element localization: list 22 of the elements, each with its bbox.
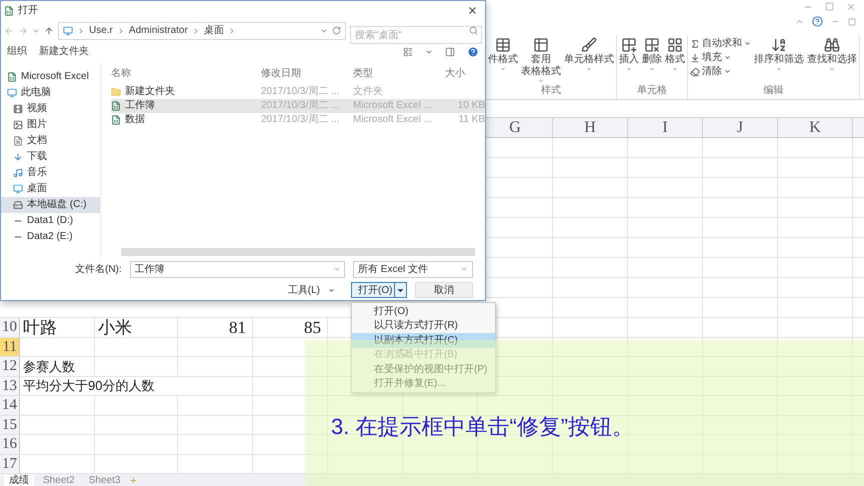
window-title: 打开: [18, 4, 38, 18]
group-label: 编辑: [764, 85, 784, 98]
file-type: 文件夹: [353, 84, 384, 100]
caption-text: 3. 在提示框中单击“修复”按钮。: [331, 414, 634, 439]
file-date: 2017/10/3/周二 ...: [261, 113, 340, 128]
group-label: 样式: [541, 85, 561, 98]
cell-text: 81: [229, 316, 247, 338]
cell-text: 叶路: [22, 316, 57, 338]
cell-text: 小米: [97, 316, 132, 338]
file-type: Microsoft Excel ...: [353, 99, 433, 114]
file-name: 数据: [125, 113, 145, 128]
file-date: 2017/10/3/周二 ...: [261, 99, 340, 114]
cell-text: 85: [304, 316, 322, 338]
cell-text: 参赛人数: [22, 358, 75, 376]
file-name: 工作簿: [125, 99, 155, 114]
file-size: 10 KB: [456, 99, 485, 114]
group-label: 单元格: [637, 85, 667, 98]
file-date: 2017/10/3/周二 ...: [261, 85, 340, 100]
file-type: Microsoft Excel ...: [353, 113, 433, 128]
field-label: 文件名(N):: [75, 262, 122, 277]
file-name: 新建文件夹: [125, 84, 175, 100]
cell-text: 平均分大于90分的人数: [22, 377, 154, 395]
